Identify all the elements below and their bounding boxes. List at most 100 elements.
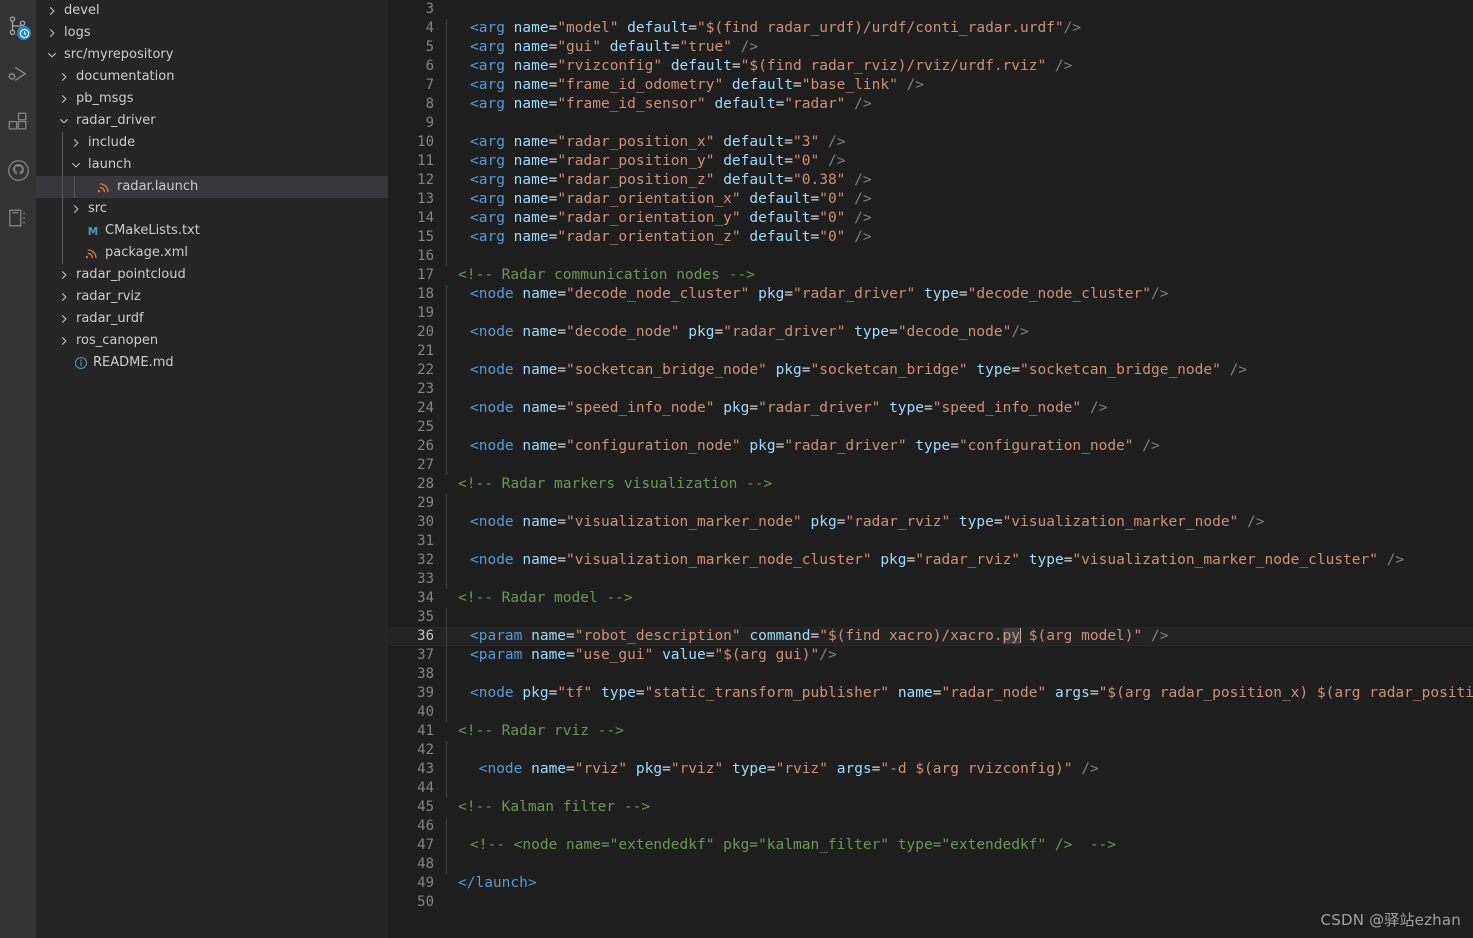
code-line-text[interactable]: <!-- Radar model -->: [434, 589, 1473, 608]
file-tree-folder[interactable]: launch: [36, 154, 388, 176]
code-line-text[interactable]: <arg name="radar_position_x" default="3"…: [434, 133, 1473, 152]
code-editor[interactable]: 3 4 <arg name="model" default="$(find rada…: [388, 0, 1473, 938]
code-line[interactable]: 8 <arg name="frame_id_sensor" default="ra…: [388, 95, 1473, 114]
code-line-text[interactable]: <param name="use_gui" value="$(arg gui)"…: [434, 646, 1473, 665]
code-line[interactable]: 50: [388, 893, 1473, 912]
chevron-right-icon[interactable]: [56, 71, 72, 83]
chevron-right-icon[interactable]: [44, 5, 60, 17]
code-line[interactable]: 40: [388, 703, 1473, 722]
code-line-text[interactable]: <arg name="radar_position_y" default="0"…: [434, 152, 1473, 171]
code-line-text[interactable]: </launch>: [434, 874, 1473, 893]
code-line-text[interactable]: [434, 532, 1473, 551]
code-line[interactable]: 14 <arg name="radar_orientation_y" defaul…: [388, 209, 1473, 228]
file-tree-folder[interactable]: documentation: [36, 66, 388, 88]
code-line-text[interactable]: [434, 817, 1473, 836]
code-line[interactable]: 29: [388, 494, 1473, 513]
code-line[interactable]: 45 <!-- Kalman filter -->: [388, 798, 1473, 817]
code-line-text[interactable]: <!-- Radar communication nodes -->: [434, 266, 1473, 285]
file-tree-file[interactable]: radar.launch: [36, 176, 388, 198]
code-line-text[interactable]: <arg name="gui" default="true" />: [434, 38, 1473, 57]
code-line[interactable]: 43 <node name="rviz" pkg="rviz" type="rv…: [388, 760, 1473, 779]
code-line[interactable]: 19: [388, 304, 1473, 323]
code-line-text[interactable]: [434, 342, 1473, 361]
file-tree-folder[interactable]: include: [36, 132, 388, 154]
file-tree-folder[interactable]: src/myrepository: [36, 44, 388, 66]
code-line[interactable]: 6 <arg name="rvizconfig" default="$(find …: [388, 57, 1473, 76]
code-line-text[interactable]: [434, 855, 1473, 874]
code-line[interactable]: 20 <node name="decode_node" pkg="radar_dr…: [388, 323, 1473, 342]
code-line[interactable]: 48: [388, 855, 1473, 874]
code-line-text[interactable]: <arg name="model" default="$(find radar_…: [434, 19, 1473, 38]
code-line[interactable]: 12 <arg name="radar_position_z" default="…: [388, 171, 1473, 190]
code-line[interactable]: 11 <arg name="radar_position_y" default="…: [388, 152, 1473, 171]
code-line-active[interactable]: 36 <param name="robot_description" comman…: [388, 627, 1473, 646]
code-line[interactable]: 27: [388, 456, 1473, 475]
code-line[interactable]: 28 <!-- Radar markers visualization -->: [388, 475, 1473, 494]
code-line[interactable]: 15 <arg name="radar_orientation_z" defaul…: [388, 228, 1473, 247]
code-line[interactable]: 33: [388, 570, 1473, 589]
code-line-text[interactable]: <arg name="radar_orientation_y" default=…: [434, 209, 1473, 228]
code-line-text[interactable]: [434, 418, 1473, 437]
code-line-text[interactable]: <!-- Kalman filter -->: [434, 798, 1473, 817]
code-line-text[interactable]: <node name="configuration_node" pkg="rad…: [434, 437, 1473, 456]
code-line-text[interactable]: [434, 380, 1473, 399]
code-line-text[interactable]: [434, 703, 1473, 722]
file-tree-file[interactable]: package.xml: [36, 242, 388, 264]
code-line[interactable]: 21: [388, 342, 1473, 361]
code-line-text[interactable]: <node name="decode_node" pkg="radar_driv…: [434, 323, 1473, 342]
code-line[interactable]: 31: [388, 532, 1473, 551]
activity-bar-item-source-control[interactable]: [0, 2, 36, 50]
code-line-text[interactable]: <node name="speed_info_node" pkg="radar_…: [434, 399, 1473, 418]
code-line[interactable]: 37 <param name="use_gui" value="$(arg gui…: [388, 646, 1473, 665]
chevron-right-icon[interactable]: [56, 313, 72, 325]
file-tree-folder[interactable]: devel: [36, 0, 388, 22]
file-tree-file[interactable]: README.md: [36, 352, 388, 374]
chevron-down-icon[interactable]: [56, 115, 72, 127]
chevron-right-icon[interactable]: [56, 291, 72, 303]
code-line-text[interactable]: <!-- Radar markers visualization -->: [434, 475, 1473, 494]
code-line-text[interactable]: [434, 247, 1473, 266]
code-line-text[interactable]: <node name="socketcan_bridge_node" pkg="…: [434, 361, 1473, 380]
code-lines[interactable]: 3 4 <arg name="model" default="$(find rada…: [388, 0, 1473, 938]
code-line-text[interactable]: [434, 893, 1473, 912]
chevron-down-icon[interactable]: [68, 159, 84, 171]
code-line-text[interactable]: <arg name="radar_orientation_x" default=…: [434, 190, 1473, 209]
code-line[interactable]: 47 <!-- <node name="extendedkf" pkg="kalm…: [388, 836, 1473, 855]
chevron-right-icon[interactable]: [56, 93, 72, 105]
chevron-down-icon[interactable]: [44, 49, 60, 61]
code-line-text[interactable]: <node name="rviz" pkg="rviz" type="rviz"…: [434, 760, 1473, 779]
file-tree-folder[interactable]: radar_rviz: [36, 286, 388, 308]
code-line[interactable]: 44: [388, 779, 1473, 798]
file-tree-folder[interactable]: radar_pointcloud: [36, 264, 388, 286]
file-tree-folder[interactable]: pb_msgs: [36, 88, 388, 110]
activity-bar-item-extensions[interactable]: [0, 98, 36, 146]
chevron-right-icon[interactable]: [56, 335, 72, 347]
code-line[interactable]: 42: [388, 741, 1473, 760]
code-line[interactable]: 38: [388, 665, 1473, 684]
code-line-text[interactable]: [434, 456, 1473, 475]
code-line-text[interactable]: <arg name="frame_id_odometry" default="b…: [434, 76, 1473, 95]
code-line-text[interactable]: [434, 494, 1473, 513]
code-line-text[interactable]: <param name="robot_description" command=…: [434, 627, 1473, 646]
code-line[interactable]: 35: [388, 608, 1473, 627]
code-line[interactable]: 7 <arg name="frame_id_odometry" default="…: [388, 76, 1473, 95]
activity-bar-item-remote-explorer[interactable]: [0, 194, 36, 242]
code-line[interactable]: 18 <node name="decode_node_cluster" pkg="…: [388, 285, 1473, 304]
code-line-text[interactable]: [434, 608, 1473, 627]
code-line[interactable]: 16: [388, 247, 1473, 266]
code-line-text[interactable]: <node name="visualization_marker_node" p…: [434, 513, 1473, 532]
code-line[interactable]: 4 <arg name="model" default="$(find radar…: [388, 19, 1473, 38]
code-line-text[interactable]: <!-- Radar rviz -->: [434, 722, 1473, 741]
code-line-text[interactable]: [434, 570, 1473, 589]
code-line[interactable]: 3: [388, 0, 1473, 19]
code-line-text[interactable]: [434, 114, 1473, 133]
code-line[interactable]: 13 <arg name="radar_orientation_x" defaul…: [388, 190, 1473, 209]
code-line[interactable]: 49 </launch>: [388, 874, 1473, 893]
file-tree-file[interactable]: M CMakeLists.txt: [36, 220, 388, 242]
code-line-text[interactable]: [434, 304, 1473, 323]
file-tree-folder[interactable]: radar_driver: [36, 110, 388, 132]
activity-bar-item-run-and-debug[interactable]: [0, 50, 36, 98]
code-line-text[interactable]: <arg name="radar_orientation_z" default=…: [434, 228, 1473, 247]
code-line[interactable]: 22 <node name="socketcan_bridge_node" pkg…: [388, 361, 1473, 380]
code-line-text[interactable]: <arg name="frame_id_sensor" default="rad…: [434, 95, 1473, 114]
